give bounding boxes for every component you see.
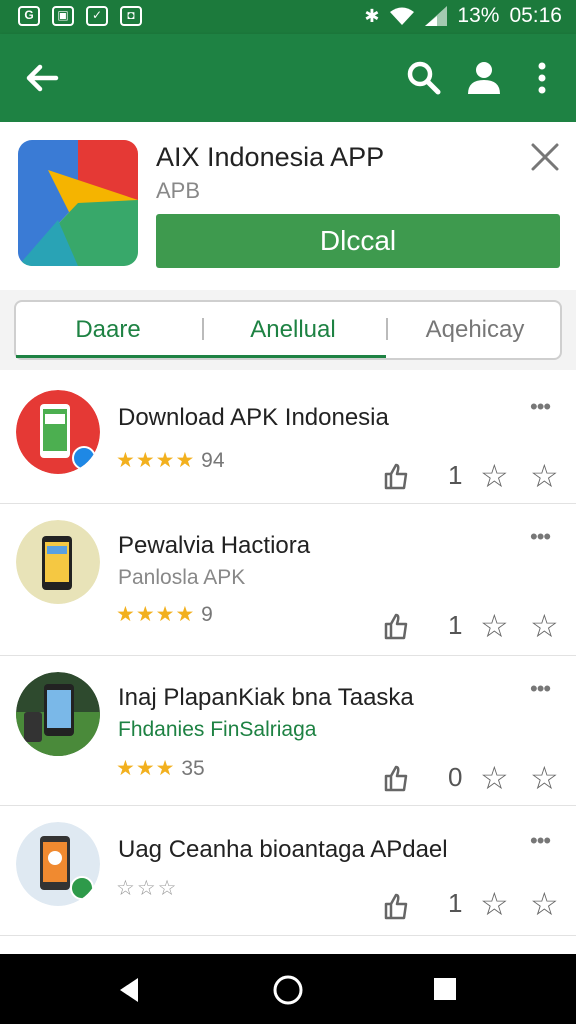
star-icon[interactable]: ☆: [480, 460, 509, 492]
rating-value: 9: [201, 603, 213, 626]
navigation-bar: [0, 954, 576, 1024]
rating-value: 35: [181, 757, 205, 780]
star-icon[interactable]: ☆: [530, 762, 559, 794]
list-item[interactable]: Inaj PlapanKiak bna Taaska Fhdanies FinS…: [0, 656, 576, 806]
app-thumbnail: [16, 672, 100, 756]
rating-stars: ★★★★: [116, 449, 196, 472]
app-thumbnail: [16, 390, 100, 474]
thumbs-up-icon[interactable]: [382, 462, 410, 490]
signal-icon: [425, 6, 448, 26]
app-title: AIX Indonesia APP: [156, 142, 385, 172]
item-rating: ★★★★ 9: [116, 602, 213, 627]
more-options-icon[interactable]: •••: [530, 828, 551, 854]
app-subtitle: APB: [156, 178, 201, 203]
tab-indicator: [16, 355, 386, 358]
star-icon[interactable]: ☆: [480, 888, 509, 920]
tab-bar: Daare Anellual Aqehicay: [14, 300, 562, 360]
recents-icon[interactable]: [432, 976, 458, 1002]
list-item[interactable]: Uag Ceanha bioantaga APdael ☆☆☆ ••• 1 ☆ …: [0, 806, 576, 936]
list-item[interactable]: Download APK Indonesia ★★★★ 94 ••• 1 ☆ ☆: [0, 372, 576, 504]
notification-icon: G: [18, 6, 40, 26]
list-item[interactable]: Pewalvia Hactiora Panlosla APK ★★★★ 9 ••…: [0, 504, 576, 656]
like-count: 1: [448, 888, 463, 918]
star-icon[interactable]: ☆: [480, 610, 509, 642]
rating-value: 94: [201, 449, 225, 472]
back-arrow-icon[interactable]: [20, 56, 64, 100]
item-rating: ★★★★ 94: [116, 448, 225, 473]
more-options-icon[interactable]: •••: [530, 524, 551, 550]
item-title: Download APK Indonesia: [118, 404, 389, 431]
shield-icon: ◘: [120, 6, 142, 26]
more-vert-icon[interactable]: [520, 56, 564, 100]
check-icon: ✓: [86, 6, 108, 26]
account-icon[interactable]: [462, 56, 506, 100]
app-thumbnail: [16, 822, 100, 906]
item-subtitle: Panlosla APK: [118, 566, 246, 589]
status-bar: G ▣ ✓ ◘ ✱ 13% 05:16: [0, 0, 576, 34]
item-rating: ★★★ 35: [116, 756, 205, 781]
thumbs-up-icon[interactable]: [382, 612, 410, 640]
tab-daare[interactable]: Daare: [16, 302, 200, 358]
clock: 05:16: [509, 4, 562, 27]
like-count: 1: [448, 610, 463, 640]
star-icon[interactable]: ☆: [530, 610, 559, 642]
item-rating: ☆☆☆: [116, 876, 178, 901]
item-title: Inaj PlapanKiak bna Taaska: [118, 684, 414, 711]
back-icon[interactable]: [116, 976, 142, 1004]
battery-percent: 13%: [457, 4, 500, 27]
star-icon[interactable]: ☆: [530, 460, 559, 492]
thumbs-up-icon[interactable]: [382, 764, 410, 792]
gallery-icon: ▣: [52, 6, 74, 26]
search-icon[interactable]: [402, 56, 446, 100]
app-bar: [0, 34, 576, 122]
close-icon[interactable]: [528, 140, 562, 174]
wifi-icon: [390, 7, 415, 25]
more-options-icon[interactable]: •••: [530, 676, 551, 702]
item-subtitle: Fhdanies FinSalriaga: [118, 718, 317, 741]
star-icon[interactable]: ☆: [480, 762, 509, 794]
home-icon[interactable]: [272, 974, 304, 1006]
tab-anellual[interactable]: Anellual: [202, 302, 384, 358]
rating-stars: ★★★: [116, 757, 176, 780]
thumbs-up-icon[interactable]: [382, 892, 410, 920]
more-options-icon[interactable]: •••: [530, 394, 551, 420]
item-title: Uag Ceanha bioantaga APdael: [118, 836, 448, 863]
app-logo-icon: [18, 140, 138, 266]
app-thumbnail: [16, 520, 100, 604]
bluetooth-icon: ✱: [364, 5, 380, 26]
install-button[interactable]: Dlccal: [156, 214, 560, 268]
like-count: 1: [448, 460, 463, 490]
star-icon[interactable]: ☆: [530, 888, 559, 920]
rating-stars: ★★★★: [116, 603, 196, 626]
like-count: 0: [448, 762, 463, 792]
tab-aqehicay[interactable]: Aqehicay: [388, 302, 562, 358]
item-title: Pewalvia Hactiora: [118, 532, 311, 559]
rating-stars: ☆☆☆: [116, 877, 179, 900]
